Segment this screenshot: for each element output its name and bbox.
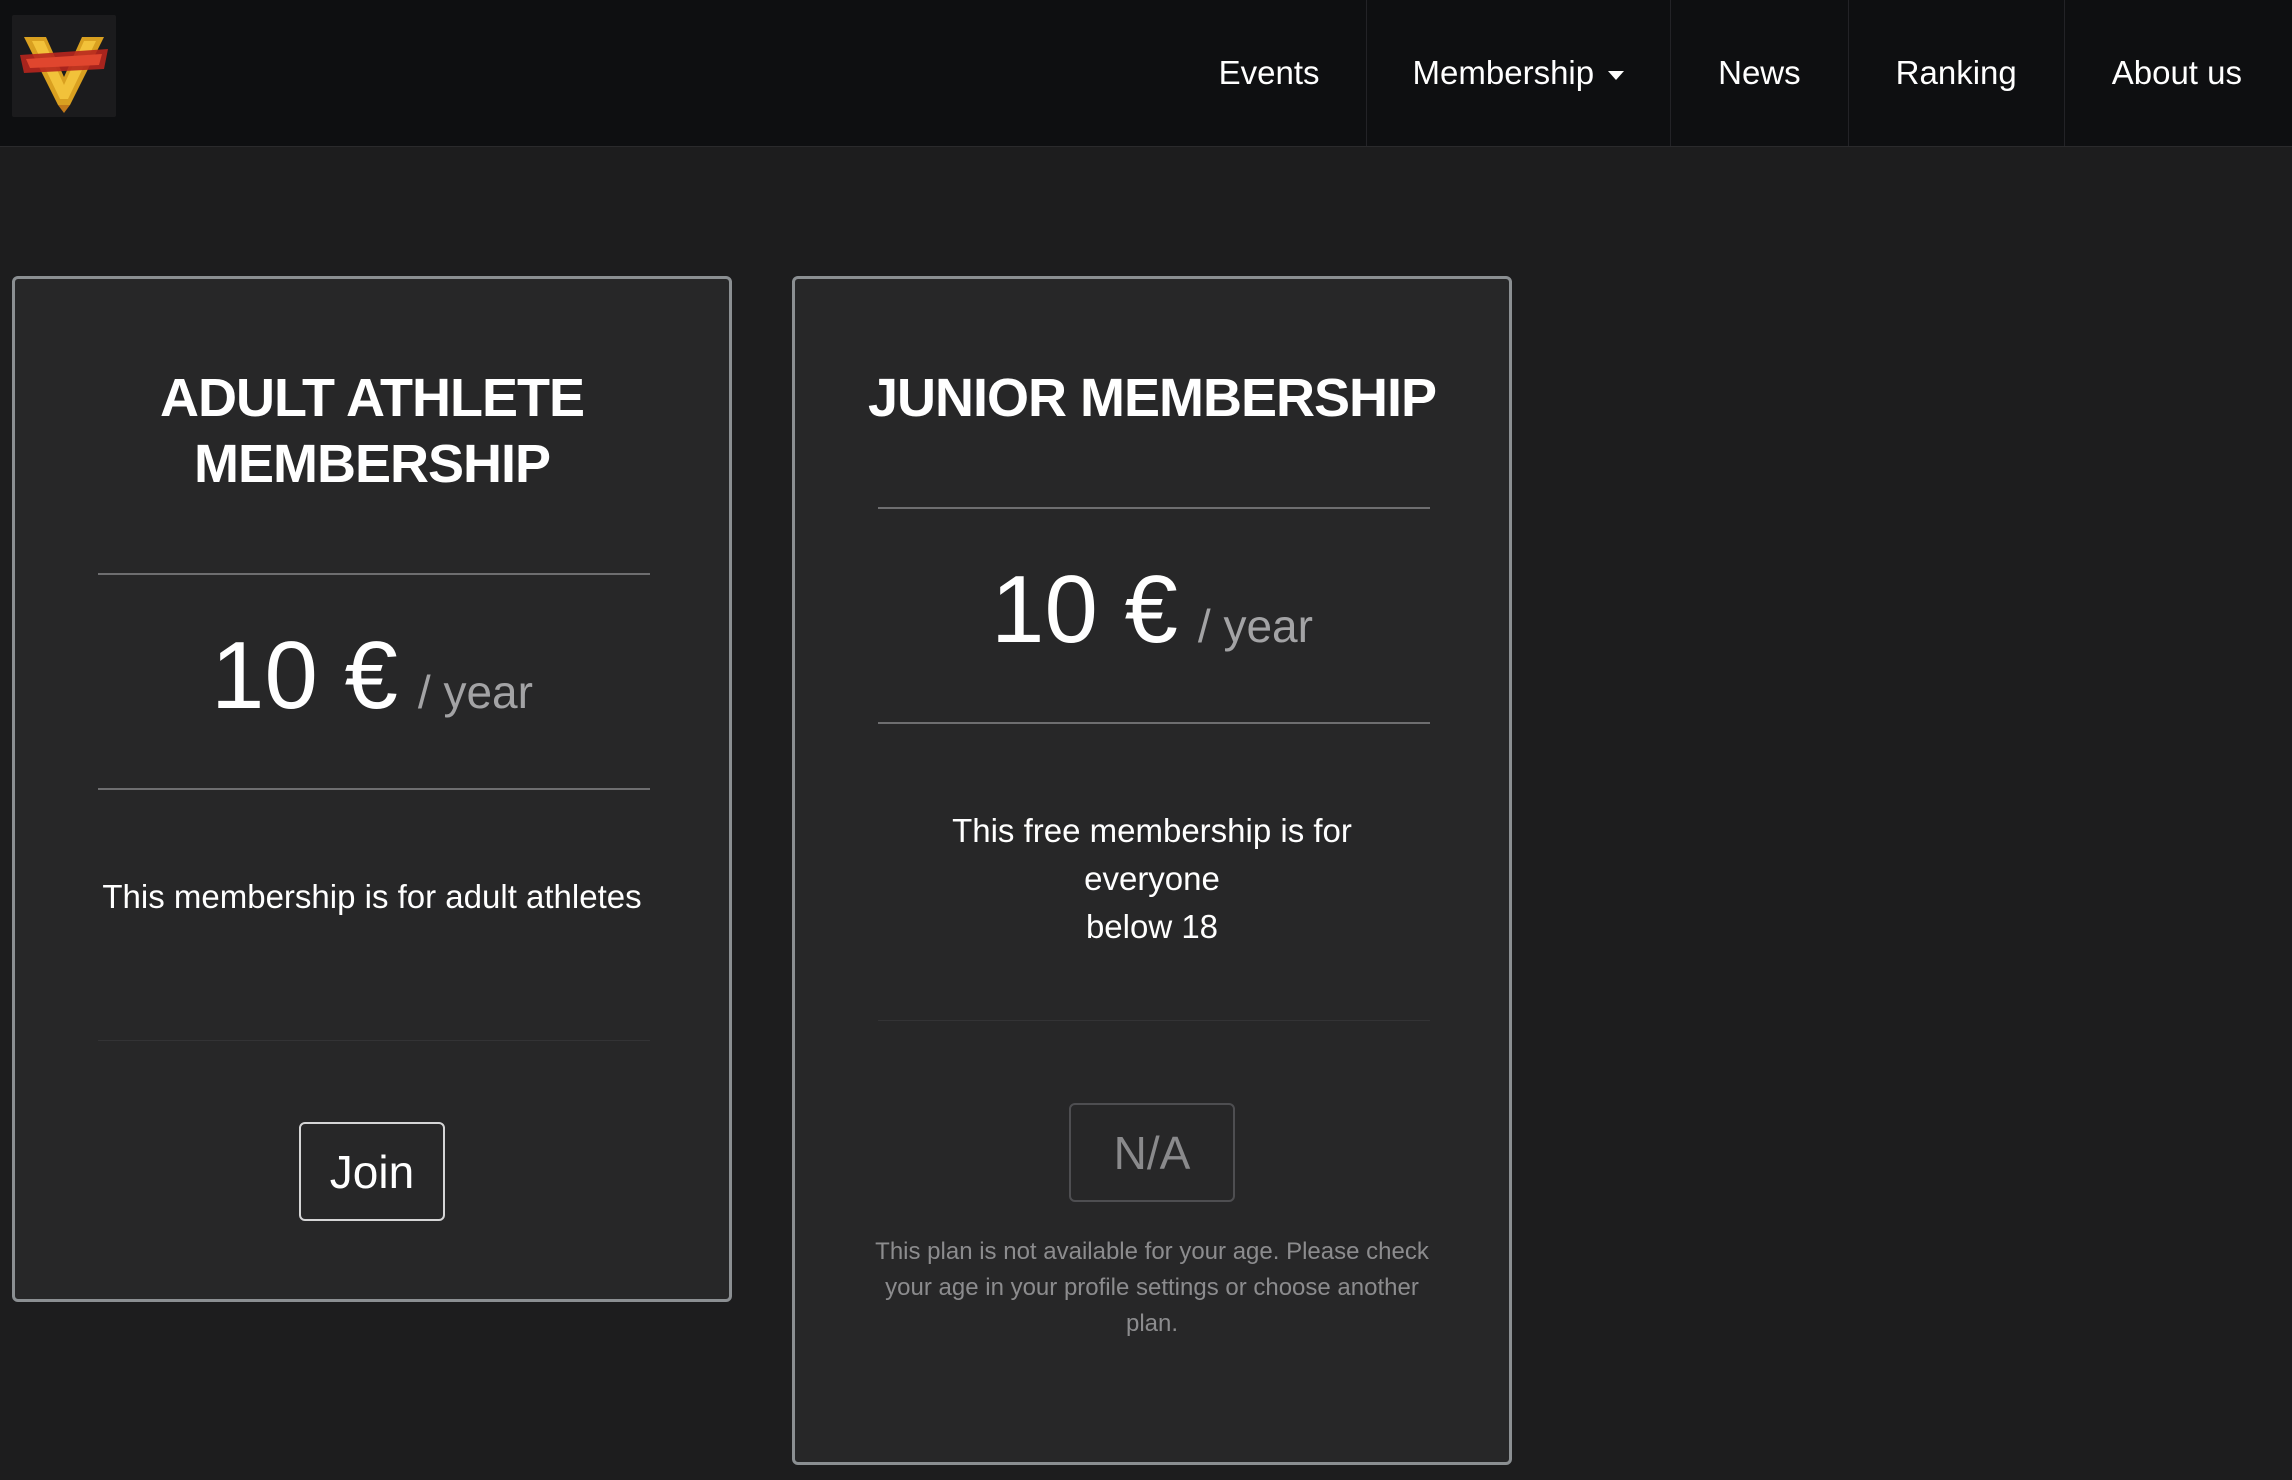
nav-item-label: Membership [1412, 54, 1595, 91]
plan-card-adult-athlete: ADULT ATHLETE MEMBERSHIP 10 € / year This… [12, 276, 732, 1302]
plan-title-line: MEMBERSHIP [193, 434, 551, 494]
price-amount: 10 € [211, 622, 398, 729]
divider [878, 1020, 1430, 1021]
price-amount: 10 € [991, 556, 1178, 663]
nav-item-membership[interactable]: Membership [1365, 0, 1671, 146]
price-period: / year [1197, 600, 1313, 652]
divider [98, 788, 650, 790]
plan-price: 10 € / year [795, 555, 1509, 665]
nav-item-label: News [1718, 54, 1801, 91]
plan-title-line: ADULT ATHLETE [160, 368, 585, 428]
plan-price: 10 € / year [15, 621, 729, 731]
unavailable-note-line: plan. [1125, 1310, 1179, 1337]
main-nav: Events Membership News Ranking About us [1173, 0, 2292, 146]
plan-description: This membership is for adult athletes [102, 878, 642, 915]
logo-icon [20, 37, 108, 113]
unavailable-note-line: This plan is not available for your age.… [875, 1238, 1429, 1265]
nav-item-events[interactable]: Events [1173, 0, 1366, 146]
divider [98, 1040, 650, 1041]
plan-title: JUNIOR MEMBERSHIP [867, 368, 1437, 428]
nav-item-label: Events [1218, 54, 1320, 91]
join-button[interactable]: Join [299, 1122, 445, 1221]
plan-description: This free membership is for everyone bel… [885, 807, 1419, 951]
nav-item-label: Ranking [1895, 54, 2017, 91]
top-navbar: Events Membership News Ranking About us [0, 0, 2292, 147]
plan-description-line: This free membership is for everyone [952, 812, 1352, 897]
nav-item-about-us[interactable]: About us [2063, 0, 2292, 146]
street-fighter-logo[interactable] [12, 15, 116, 117]
divider [878, 722, 1430, 724]
nav-item-label: About us [2111, 54, 2242, 91]
unavailable-note: This plan is not available for your age.… [855, 1234, 1449, 1342]
divider [878, 507, 1430, 509]
plan-card-junior: JUNIOR MEMBERSHIP 10 € / year This free m… [792, 276, 1512, 1465]
divider [98, 573, 650, 575]
plan-description-line: below 18 [1085, 908, 1219, 945]
nav-item-ranking[interactable]: Ranking [1847, 0, 2064, 146]
plan-title: ADULT ATHLETE MEMBERSHIP [15, 365, 729, 497]
nav-item-news[interactable]: News [1670, 0, 1848, 146]
caret-down-icon [1608, 70, 1625, 80]
price-period: / year [417, 666, 533, 718]
unavailable-button: N/A [1069, 1103, 1235, 1202]
unavailable-note-line: your age in your profile settings or cho… [885, 1274, 1419, 1301]
